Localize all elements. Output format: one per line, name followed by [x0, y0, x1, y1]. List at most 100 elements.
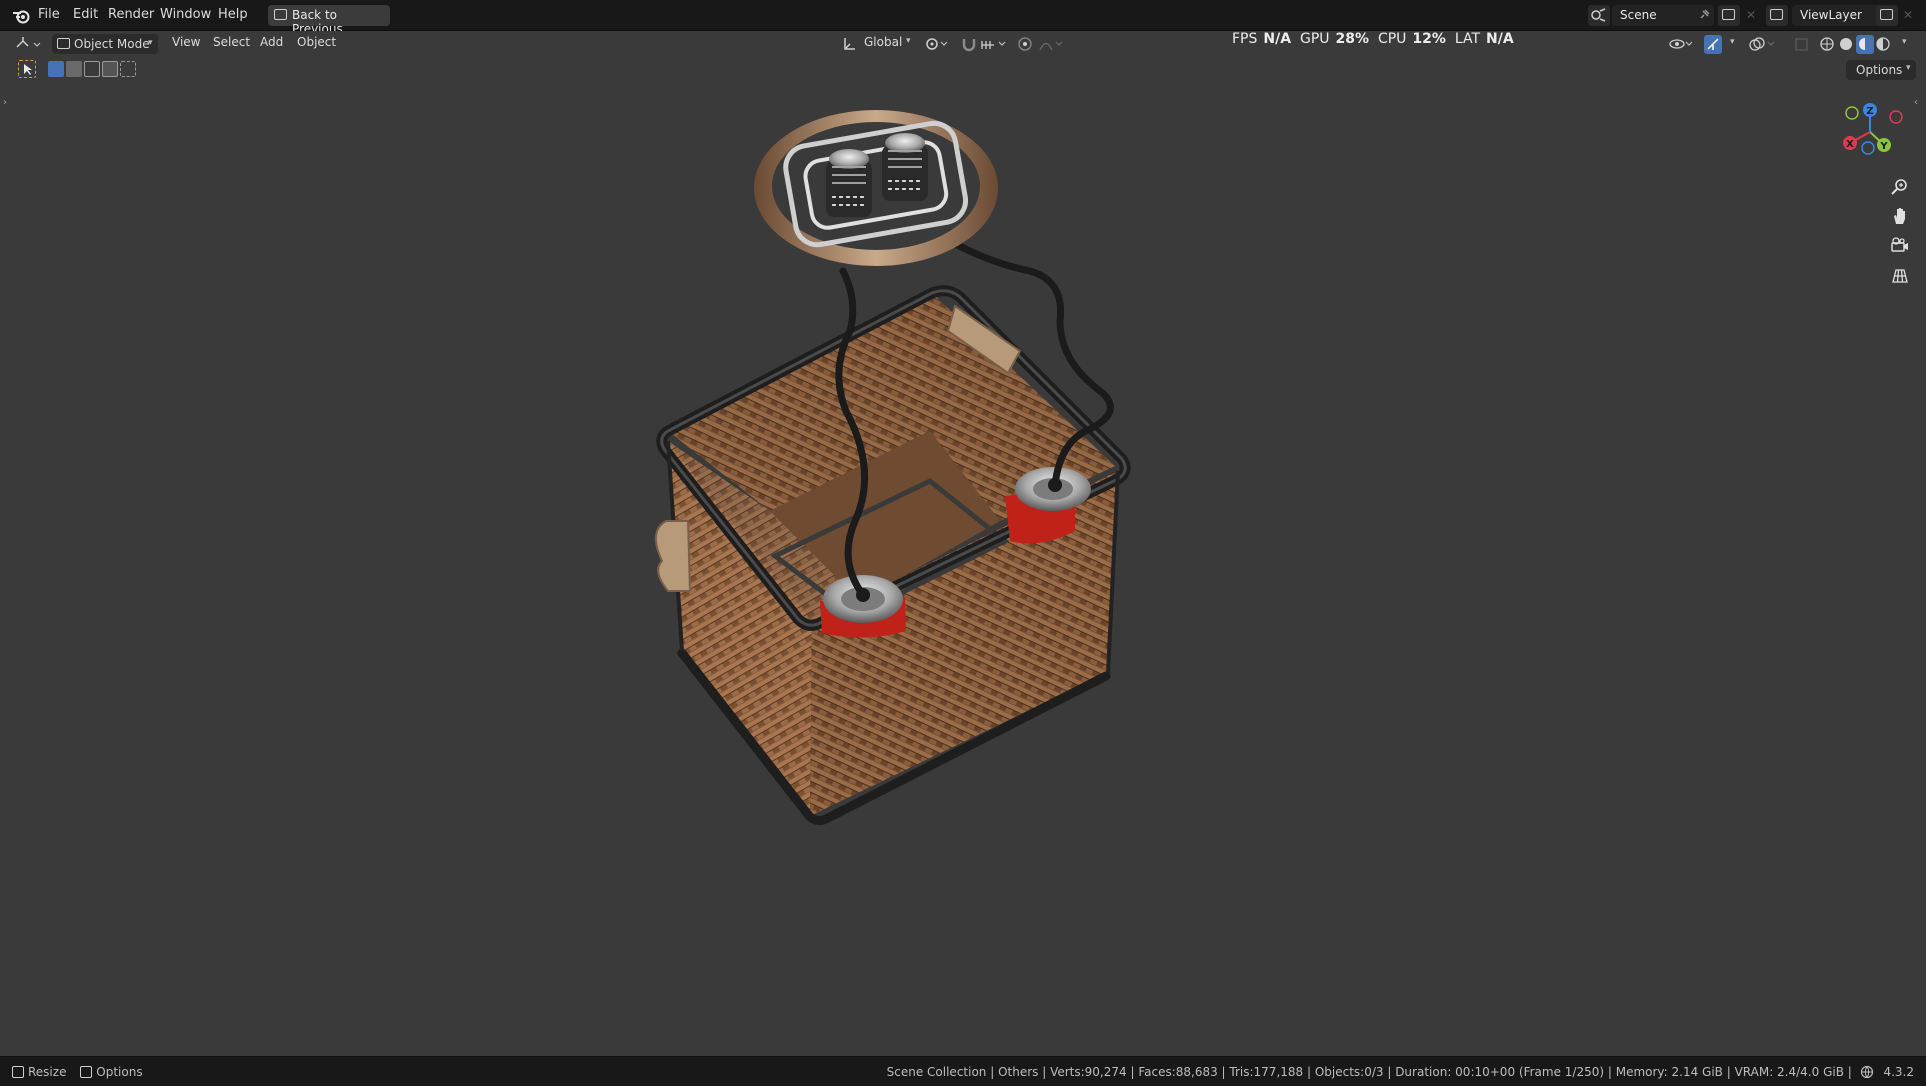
xray-toggle[interactable]: [1794, 35, 1810, 54]
status-resize: Resize: [28, 1065, 67, 1079]
shading-dropdown-chevron-icon[interactable]: ▾: [1902, 37, 1907, 56]
sidebar-toggle-icon[interactable]: ‹: [1914, 97, 1918, 108]
burner-assembly[interactable]: [754, 110, 998, 266]
back-to-previous-button[interactable]: Back to Previous: [268, 5, 390, 36]
navigation-gizmo[interactable]: Z Y X: [1834, 99, 1904, 169]
gizmo-dropdown-chevron-icon[interactable]: ▾: [1730, 37, 1735, 56]
pivot-point-dropdown[interactable]: [924, 35, 952, 54]
mouse-right-icon: [80, 1066, 93, 1078]
snap-toggle-button[interactable]: [960, 35, 978, 54]
gpu-value: 28: [1335, 31, 1355, 47]
eye-filter-icon: [1669, 39, 1693, 49]
object-mode-icon: [57, 38, 70, 49]
editor-type-button[interactable]: [14, 35, 44, 54]
select-intersect-icon[interactable]: [120, 61, 136, 77]
overlays-dropdown[interactable]: [1748, 35, 1776, 54]
scene-icon: [1591, 8, 1606, 22]
delete-scene-icon[interactable]: ✕: [1746, 8, 1756, 22]
fps-label: FPS: [1232, 31, 1258, 47]
chevron-down-icon: ▾: [148, 38, 153, 48]
menu-help[interactable]: Help: [218, 7, 248, 22]
blender-version: 4.3.2: [1883, 1065, 1914, 1079]
shading-mode-group: [1818, 35, 1894, 54]
scene-render: [655, 110, 1131, 826]
gas-can-front[interactable]: [820, 575, 906, 638]
wicker-basket[interactable]: [655, 285, 1131, 826]
magnet-icon: [962, 39, 976, 52]
neg-x-axis-handle[interactable]: [1889, 110, 1903, 124]
ortho-toggle-button[interactable]: [1888, 264, 1912, 288]
scene-name-field[interactable]: Scene: [1612, 5, 1714, 26]
proportional-edit-toggle[interactable]: [1016, 35, 1034, 54]
zoom-icon: [1891, 179, 1907, 195]
falloff-dropdown[interactable]: [1038, 35, 1066, 54]
orientation-axes-icon: [844, 38, 855, 50]
neg-z-axis-handle[interactable]: [1861, 141, 1875, 155]
chevron-down-icon: ▾: [906, 36, 911, 46]
status-bar: Resize Options Scene Collection | Others…: [0, 1056, 1926, 1086]
cpu-label: CPU: [1377, 31, 1407, 47]
menu-edit[interactable]: Edit: [73, 7, 98, 22]
delete-viewlayer-icon[interactable]: ✕: [1903, 8, 1913, 22]
top-menu-bar: File Edit Render Window Help Back to Pre…: [0, 0, 1926, 36]
select-subtract-icon[interactable]: [84, 61, 100, 77]
select-tool-icon[interactable]: [18, 60, 36, 78]
object-visibility-dropdown[interactable]: [1668, 35, 1696, 54]
overlays-icon: [1749, 37, 1775, 51]
blender-logo-icon[interactable]: [12, 7, 30, 24]
new-scene-button[interactable]: [1718, 5, 1740, 26]
pan-button[interactable]: [1888, 204, 1912, 228]
pin-icon[interactable]: [1698, 9, 1710, 21]
shading-icons: [1820, 35, 1890, 54]
status-left: Resize Options: [12, 1065, 143, 1079]
chevron-down-icon: ▾: [1906, 63, 1911, 73]
falloff-curve-icon: [1039, 41, 1063, 51]
scene-browse-button[interactable]: [1588, 5, 1610, 26]
viewlayer-icon: [1770, 9, 1783, 20]
hand-icon: [1894, 208, 1905, 224]
cpu-percent-sign: %: [1431, 31, 1446, 47]
viewlayer-browse-button[interactable]: [1766, 5, 1788, 26]
lat-value: N/A: [1486, 31, 1514, 47]
y-axis-label: Y: [1879, 141, 1888, 152]
snap-target-dropdown[interactable]: [980, 35, 1010, 54]
viewlayer-name-field[interactable]: ViewLayer: [1792, 5, 1888, 26]
gizmo-toggle-button[interactable]: [1704, 35, 1722, 54]
pivot-icon: [926, 38, 948, 50]
editor-type-icon: [16, 37, 41, 48]
menu-select[interactable]: Select: [213, 35, 250, 54]
camera-view-button[interactable]: [1888, 234, 1912, 258]
toolbar-toggle-icon[interactable]: ›: [3, 97, 7, 108]
proportional-edit-icon: [1018, 37, 1032, 51]
status-info: Scene Collection | Others | Verts:90,274…: [887, 1065, 1914, 1079]
menu-render[interactable]: Render: [108, 7, 154, 22]
transform-orientation-dropdown[interactable]: Global ▾: [842, 35, 914, 54]
copy-icon: [1722, 9, 1735, 20]
snap-increment-icon: [981, 41, 1006, 49]
fps-value: N/A: [1263, 31, 1292, 47]
select-new-icon[interactable]: [48, 61, 64, 77]
performance-overlay: FPS N/A GPU 28% CPU 12% LAT N/A: [1232, 31, 1514, 47]
3d-viewport[interactable]: Object Mode ▾ View Select Add Object Glo…: [0, 31, 1926, 1056]
z-axis-label: Z: [1866, 106, 1873, 117]
neg-y-axis-handle[interactable]: [1845, 106, 1859, 120]
gpu-label: GPU: [1299, 31, 1330, 47]
new-viewlayer-button[interactable]: [1876, 5, 1898, 26]
back-icon: [274, 9, 287, 20]
menu-add[interactable]: Add: [260, 35, 283, 54]
select-invert-icon[interactable]: [102, 61, 118, 77]
grid-icon: [1892, 269, 1908, 283]
copy-icon: [1880, 9, 1893, 20]
interaction-mode-dropdown[interactable]: Object Mode ▾: [52, 34, 158, 54]
menu-object[interactable]: Object: [297, 35, 336, 54]
camera-icon: [1891, 237, 1908, 252]
cpu-value: 12: [1412, 31, 1432, 47]
menu-view[interactable]: View: [172, 35, 200, 54]
zoom-button[interactable]: [1888, 175, 1912, 199]
select-extend-icon[interactable]: [66, 61, 82, 77]
menu-file[interactable]: File: [38, 7, 60, 22]
options-dropdown[interactable]: Options ▾: [1846, 60, 1916, 80]
scene-statistics: Scene Collection | Others | Verts:90,274…: [886, 1065, 1852, 1079]
status-options: Options: [96, 1065, 143, 1079]
menu-window[interactable]: Window: [160, 7, 211, 22]
